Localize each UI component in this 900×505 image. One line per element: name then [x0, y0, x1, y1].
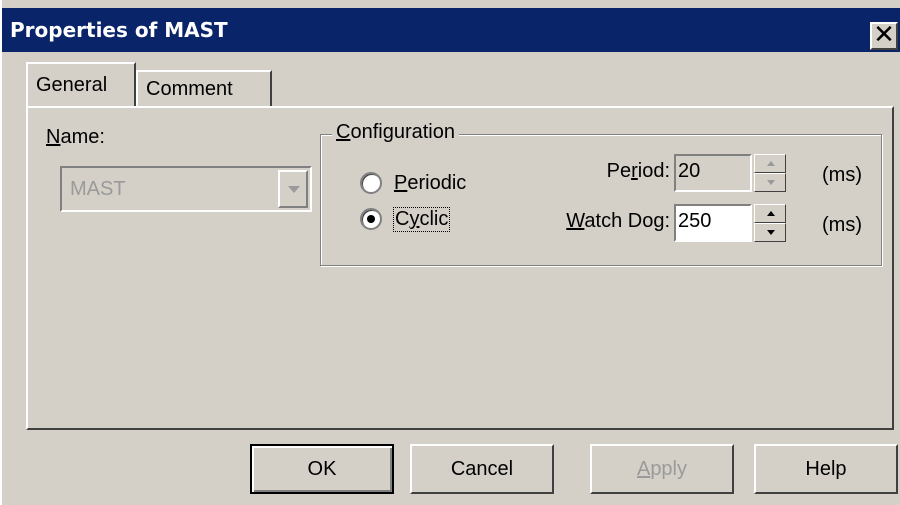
- period-unit: (ms): [822, 164, 862, 186]
- period-spin-down[interactable]: [754, 173, 786, 192]
- period-input[interactable]: 20: [674, 154, 752, 192]
- help-button[interactable]: Help: [754, 444, 898, 494]
- properties-dialog: Properties of MAST ✕ General Comment Nam…: [0, 0, 900, 505]
- configuration-group-label: Configuration: [332, 121, 459, 144]
- watchdog-unit: (ms): [822, 214, 862, 236]
- period-label: Period:: [606, 160, 670, 182]
- chevron-down-icon: [288, 186, 300, 193]
- window-title: Properties of MAST: [10, 18, 228, 42]
- radio-selected-dot: [367, 215, 375, 223]
- name-combobox[interactable]: MAST: [60, 166, 312, 212]
- name-label: Name:: [46, 126, 105, 148]
- arrow-down-icon: [767, 230, 775, 235]
- watchdog-spin-down[interactable]: [754, 223, 786, 242]
- close-button[interactable]: ✕: [870, 22, 898, 50]
- radio-cyclic[interactable]: [360, 208, 382, 230]
- arrow-down-icon: [767, 180, 775, 185]
- watchdog-label: Watch Dog:: [566, 210, 670, 232]
- watchdog-input[interactable]: 250: [674, 204, 752, 242]
- radio-periodic-label[interactable]: Periodic: [394, 172, 466, 195]
- watchdog-spinner[interactable]: [754, 204, 786, 242]
- tab-comment[interactable]: Comment: [136, 70, 272, 106]
- arrow-up-icon: [767, 211, 775, 216]
- radio-cyclic-label[interactable]: Cyclic: [392, 207, 451, 232]
- arrow-up-icon: [767, 161, 775, 166]
- tab-general[interactable]: General: [26, 62, 136, 106]
- apply-button[interactable]: Apply: [590, 444, 734, 494]
- configuration-group: [320, 134, 882, 266]
- name-dropdown-button[interactable]: [278, 170, 308, 208]
- watchdog-spin-up[interactable]: [754, 204, 786, 223]
- ok-button[interactable]: OK: [250, 444, 394, 494]
- close-icon: ✕: [873, 20, 895, 50]
- period-spinner[interactable]: [754, 154, 786, 192]
- radio-periodic[interactable]: [360, 172, 382, 194]
- cancel-button[interactable]: Cancel: [410, 444, 554, 494]
- title-bar: Properties of MAST ✕: [2, 8, 900, 52]
- name-value: MAST: [70, 178, 126, 200]
- period-spin-up[interactable]: [754, 154, 786, 173]
